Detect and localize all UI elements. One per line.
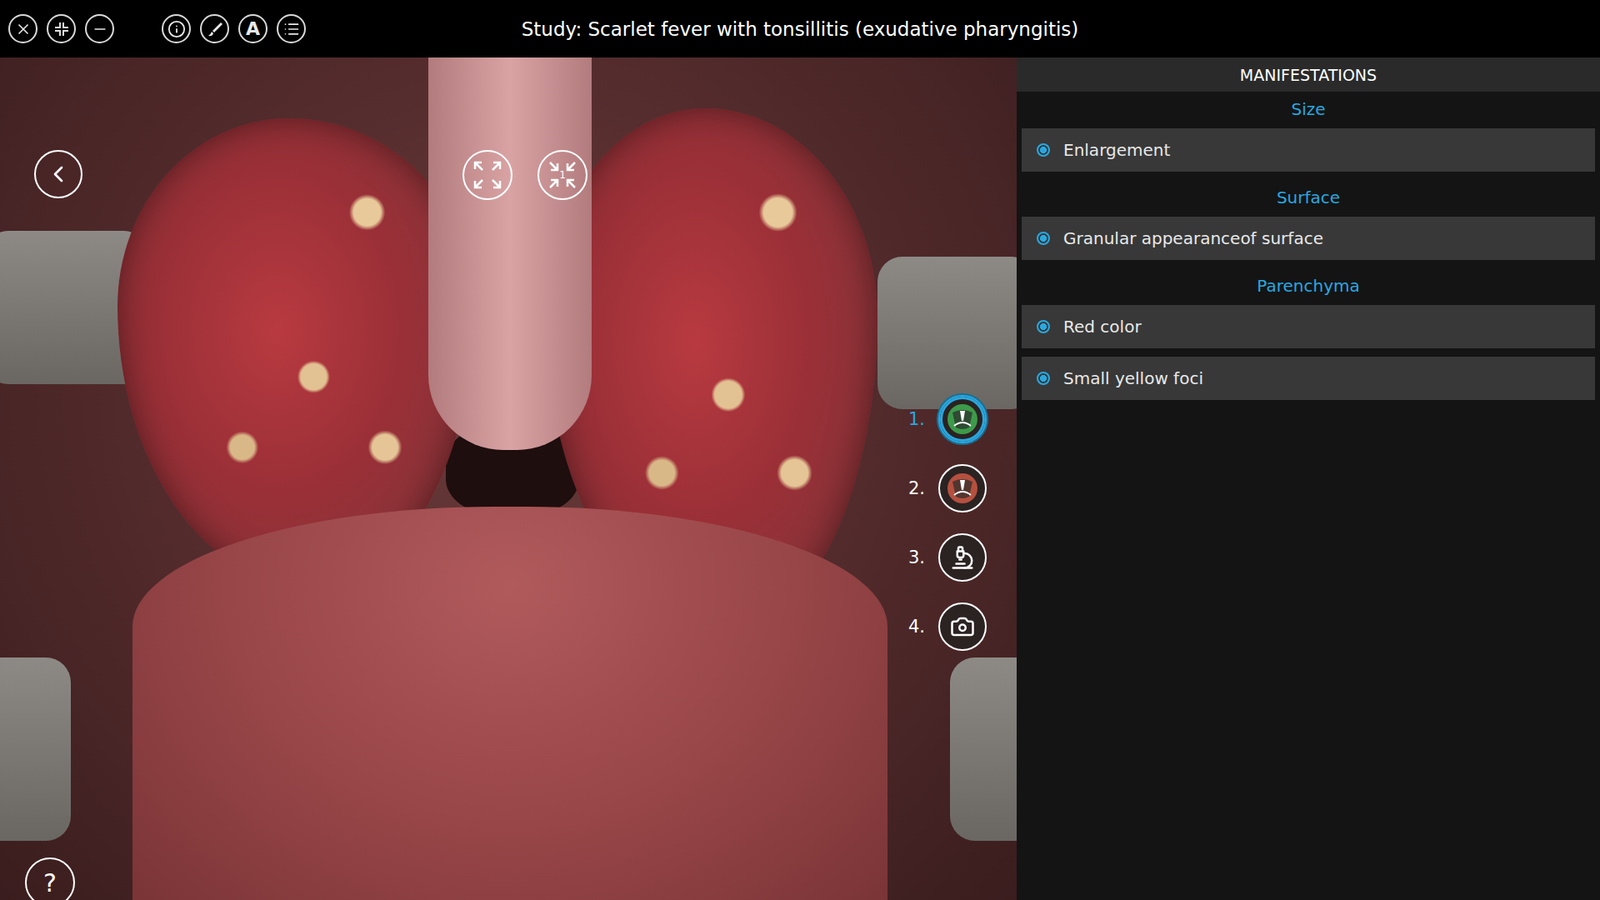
microscope-icon xyxy=(950,545,975,570)
throat-icon xyxy=(945,471,980,505)
help-button[interactable]: ? xyxy=(25,857,75,900)
step-label: 3. xyxy=(900,547,925,568)
close-button[interactable] xyxy=(8,14,38,44)
manifestation-section: Surface Granular appearanceof surface xyxy=(1021,180,1595,269)
manifestation-row[interactable]: Granular appearanceof surface xyxy=(1021,216,1595,260)
manifestation-row[interactable]: Enlargement xyxy=(1021,128,1595,172)
step-button[interactable] xyxy=(938,464,987,513)
step-button[interactable] xyxy=(938,602,987,651)
minus-icon xyxy=(91,20,109,38)
collapse-button[interactable]: 1 xyxy=(537,150,588,200)
step-item[interactable]: 2. xyxy=(900,464,987,513)
step-button[interactable] xyxy=(938,533,987,582)
expand-button[interactable] xyxy=(462,150,513,200)
manifestation-label: Granular appearanceof surface xyxy=(1063,228,1324,249)
info-button[interactable] xyxy=(161,14,191,44)
info-icon xyxy=(167,20,186,39)
uvula xyxy=(428,57,592,450)
section-heading: Surface xyxy=(1021,180,1595,217)
manifestation-label: Red color xyxy=(1063,316,1142,337)
marker-dot xyxy=(1036,231,1050,245)
window-controls xyxy=(8,14,115,44)
minimize-button[interactable] xyxy=(85,14,115,44)
step-item[interactable]: 3. xyxy=(900,533,987,582)
top-bar: AStudy: Scarlet fever with tonsillitis (… xyxy=(0,0,1600,58)
brush-icon xyxy=(206,20,224,38)
manifestation-row[interactable]: Small yellow foci xyxy=(1021,356,1595,400)
section-heading: Parenchyma xyxy=(1021,268,1595,305)
step-list: 1. 2. 3. 4. xyxy=(900,395,987,651)
list-button[interactable] xyxy=(276,14,306,44)
marker-dot xyxy=(1036,143,1050,157)
list-icon xyxy=(283,20,300,38)
marker-dot xyxy=(1036,371,1050,385)
brush-button[interactable] xyxy=(200,14,230,44)
close-icon xyxy=(15,20,32,38)
body: 11.2.3.4.?MANIFESTATIONSSizeEnlargementS… xyxy=(0,57,1600,900)
section-heading: Size xyxy=(1021,91,1595,129)
panel-title: MANIFESTATIONS xyxy=(1016,57,1600,92)
zoom-badge: 1 xyxy=(559,170,566,180)
manifestation-section: Size Enlargement xyxy=(1021,91,1595,180)
manifestation-section: Parenchyma Red color Small yellow foci xyxy=(1021,268,1595,409)
manifestation-label: Small yellow foci xyxy=(1063,368,1204,389)
expand-icon xyxy=(471,159,504,191)
tool-buttons: A xyxy=(161,14,306,44)
tongue xyxy=(132,506,888,900)
lower-right-tooth xyxy=(950,657,1017,841)
step-label: 1. xyxy=(900,409,925,430)
fit-icon xyxy=(53,20,70,38)
camera-icon xyxy=(950,614,975,640)
manifestation-row[interactable]: Red color xyxy=(1021,305,1595,349)
throat-icon xyxy=(945,402,980,436)
step-item[interactable]: 4. xyxy=(900,602,987,651)
letter-button[interactable]: A xyxy=(238,14,268,44)
lower-left-tooth xyxy=(0,657,71,841)
manifestation-label: Enlargement xyxy=(1063,140,1170,160)
manifestations-panel: MANIFESTATIONSSize Enlargement Surface Gran… xyxy=(1016,57,1600,900)
step-item[interactable]: 1. xyxy=(900,395,987,444)
window-title: Study: Scarlet fever with tonsillitis (e… xyxy=(0,18,1600,40)
marker-dot xyxy=(1036,320,1050,334)
fit-button[interactable] xyxy=(46,14,76,44)
back-icon xyxy=(45,160,72,188)
app: AStudy: Scarlet fever with tonsillitis (… xyxy=(0,0,1600,900)
step-label: 4. xyxy=(900,616,925,637)
step-button[interactable] xyxy=(938,395,987,444)
throat-viewer[interactable]: 1 1. 2. 3. 4.? xyxy=(0,57,1017,900)
back-button[interactable] xyxy=(34,150,83,199)
upper-right-tooth xyxy=(877,256,1017,410)
step-label: 2. xyxy=(900,478,925,499)
